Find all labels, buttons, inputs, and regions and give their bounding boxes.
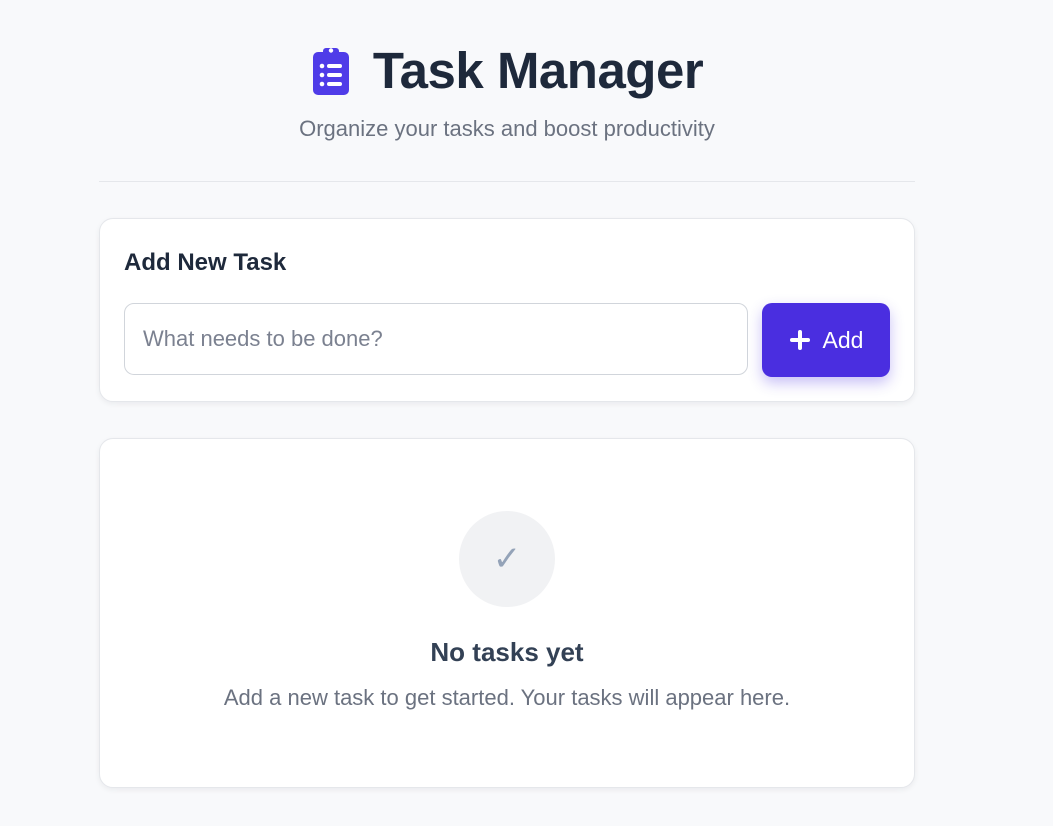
page-title: Task Manager [372, 42, 704, 99]
page-subtitle: Organize your tasks and boost productivi… [299, 116, 715, 141]
task-input[interactable] [124, 303, 748, 375]
clipboard-list-icon [312, 48, 349, 95]
main-container: Task Manager Organize your tasks and boo… [99, 0, 915, 788]
add-button-label: Add [822, 326, 864, 353]
header-divider [99, 181, 915, 182]
title-row: Task Manager [99, 40, 915, 102]
page-header: Task Manager Organize your tasks and boo… [99, 0, 915, 144]
page: Task Manager Organize your tasks and boo… [0, 0, 1053, 826]
check-icon: ✓ [492, 539, 522, 579]
add-task-card: Add New Task Add [99, 218, 915, 402]
task-list-card: ✓ No tasks yet Add a new task to get sta… [99, 438, 915, 788]
add-task-button[interactable]: Add [762, 303, 890, 377]
empty-state-title: No tasks yet [430, 637, 584, 667]
plus-icon [789, 330, 810, 350]
empty-state-message: Add a new task to get started. Your task… [223, 685, 791, 710]
empty-state-icon-circle: ✓ [459, 511, 555, 607]
add-task-heading: Add New Task [124, 249, 287, 276]
